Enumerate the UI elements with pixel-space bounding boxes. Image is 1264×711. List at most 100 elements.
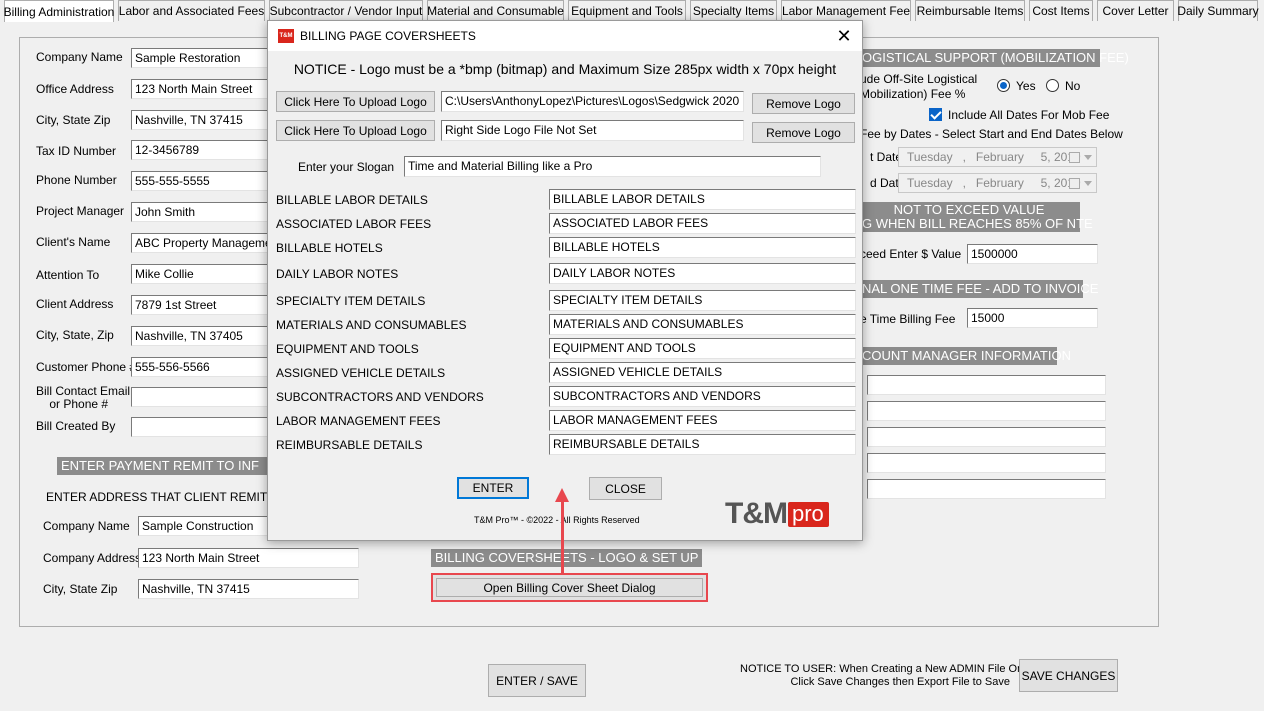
copyright-text: T&M Pro™ - ©2022 - All Rights Reserved — [474, 515, 640, 525]
account-manager-field-4[interactable] — [867, 453, 1106, 473]
remit-city-state-zip-label: City, State Zip — [43, 582, 118, 596]
nte-label: ceed Enter $ Value — [860, 247, 962, 261]
section-field-vehicles[interactable]: ASSIGNED VEHICLE DETAILS — [549, 362, 856, 383]
remit-subheader: ENTER ADDRESS THAT CLIENT REMITS PA — [46, 490, 294, 504]
tab-material-consumable[interactable]: Material and Consumable — [427, 0, 564, 21]
section-label-labor-mgmt-fees: LABOR MANAGEMENT FEES — [276, 414, 441, 428]
section-field-reimbursable[interactable]: REIMBURSABLE DETAILS — [549, 434, 856, 455]
nte-header-line1: NOT TO EXCEED VALUE — [893, 202, 1045, 217]
tab-specialty-items[interactable]: Specialty Items — [690, 0, 777, 21]
calendar-icon — [1069, 178, 1080, 189]
office-address-field[interactable]: 123 North Main Street — [131, 79, 271, 99]
brand-logo: T&M pro — [725, 499, 829, 529]
dialog-enter-button[interactable]: ENTER — [457, 477, 529, 499]
section-label-equipment: EQUIPMENT AND TOOLS — [276, 342, 419, 356]
account-manager-field-1[interactable] — [867, 375, 1106, 395]
tab-cover-letter[interactable]: Cover Letter — [1097, 0, 1174, 21]
account-manager-field-3[interactable] — [867, 427, 1106, 447]
client-address-field[interactable]: 7879 1st Street — [131, 295, 271, 315]
section-field-billable-hotels[interactable]: BILLABLE HOTELS — [549, 237, 856, 258]
mob-all-dates-checkbox[interactable] — [929, 108, 942, 121]
tab-reimbursable-items[interactable]: Reimbursable Items — [915, 0, 1025, 21]
upload-right-logo-button[interactable]: Click Here To Upload Logo — [276, 120, 435, 141]
app-logo-icon: T&M — [278, 29, 294, 43]
slogan-field[interactable]: Time and Material Billing like a Pro — [404, 156, 821, 177]
client-address-label: Client Address — [36, 297, 114, 311]
one-time-fee-header: NAL ONE TIME FEE - ADD TO INVOICE — [858, 280, 1098, 298]
tab-daily-summary[interactable]: Daily Summary — [1177, 0, 1259, 21]
chevron-down-icon — [1084, 181, 1092, 186]
section-field-daily-labor-notes[interactable]: DAILY LABOR NOTES — [549, 263, 856, 284]
mob-by-dates-label: Fee by Dates - Select Start and End Date… — [860, 127, 1123, 141]
phone-number-label: Phone Number — [36, 173, 117, 187]
dialog-close-button[interactable]: CLOSE — [589, 477, 662, 500]
open-cover-sheet-button-label: Open Billing Cover Sheet Dialog — [436, 578, 703, 597]
chevron-down-icon — [1084, 155, 1092, 160]
open-cover-sheet-button[interactable]: Open Billing Cover Sheet Dialog — [431, 573, 708, 602]
brand-logo-pro: pro — [787, 501, 829, 527]
bill-contact-field[interactable] — [131, 387, 271, 407]
section-field-subcontractors[interactable]: SUBCONTRACTORS AND VENDORS — [549, 386, 856, 407]
client-city-state-zip-field[interactable]: Nashville, TN 37405 — [131, 326, 271, 346]
upload-left-logo-button[interactable]: Click Here To Upload Logo — [276, 91, 435, 112]
mob-start-date-value: Tuesday , February 5, 2019 — [907, 150, 1081, 164]
remove-left-logo-button[interactable]: Remove Logo — [752, 93, 855, 114]
customer-phone-field[interactable]: 555-556-5566 — [131, 357, 271, 377]
tab-cost-items[interactable]: Cost Items — [1029, 0, 1093, 21]
save-changes-button[interactable]: SAVE CHANGES — [1019, 659, 1118, 692]
mob-yes-radio[interactable] — [997, 79, 1010, 92]
phone-number-field[interactable]: 555-555-5555 — [131, 171, 271, 191]
section-field-equipment[interactable]: EQUIPMENT AND TOOLS — [549, 338, 856, 359]
tax-id-label: Tax ID Number — [36, 144, 117, 158]
clients-name-field[interactable]: ABC Property Management — [131, 233, 271, 253]
mob-end-date-picker[interactable]: Tuesday , February 5, 2019 — [898, 173, 1097, 193]
project-manager-field[interactable]: John Smith — [131, 202, 271, 222]
section-field-associated-labor[interactable]: ASSOCIATED LABOR FEES — [549, 213, 856, 234]
remove-right-logo-button[interactable]: Remove Logo — [752, 122, 855, 143]
remit-company-address-label: Company Address — [43, 551, 142, 565]
section-field-specialty-items[interactable]: SPECIALTY ITEM DETAILS — [549, 290, 856, 311]
account-manager-field-2[interactable] — [867, 401, 1106, 421]
mob-all-dates-label: Include All Dates For Mob Fee — [948, 108, 1110, 122]
mob-no-radio[interactable] — [1046, 79, 1059, 92]
tab-equipment-tools[interactable]: Equipment and Tools — [568, 0, 686, 21]
remit-company-address-field[interactable]: 123 North Main Street — [138, 548, 359, 568]
bill-created-by-field[interactable] — [131, 417, 271, 437]
section-label-specialty-items: SPECIALTY ITEM DETAILS — [276, 294, 426, 308]
one-time-fee-field[interactable]: 15000 — [967, 308, 1098, 328]
attention-to-field[interactable]: Mike Collie — [131, 264, 271, 284]
close-icon[interactable]: ✕ — [834, 26, 854, 46]
mob-yes-label: Yes — [1016, 79, 1036, 93]
remit-city-state-zip-field[interactable]: Nashville, TN 37415 — [138, 579, 359, 599]
company-name-field[interactable]: Sample Restoration — [131, 48, 271, 68]
account-manager-field-5[interactable] — [867, 479, 1106, 499]
tab-labor-associated-fees[interactable]: Labor and Associated Fees — [118, 0, 265, 21]
account-manager-header: COUNT MANAGER INFORMATION — [858, 347, 1071, 365]
attention-to-label: Attention To — [36, 268, 100, 282]
client-city-state-zip-label: City, State, Zip — [36, 328, 114, 342]
left-logo-path-field[interactable]: C:\Users\AnthonyLopez\Pictures\Logos\Sed… — [441, 91, 744, 112]
nte-value-field[interactable]: 1500000 — [967, 244, 1098, 264]
tab-billing-administration[interactable]: Billing Administration — [4, 0, 114, 22]
section-field-billable-labor[interactable]: BILLABLE LABOR DETAILS — [549, 189, 856, 210]
section-field-labor-mgmt-fees[interactable]: LABOR MANAGEMENT FEES — [549, 410, 856, 431]
customer-phone-label: Customer Phone # — [36, 360, 137, 374]
tab-subcontractor-vendor[interactable]: Subcontractor / Vendor Input — [269, 0, 423, 21]
city-state-zip-label: City, State Zip — [36, 113, 111, 127]
company-name-label: Company Name — [36, 50, 123, 64]
city-state-zip-field[interactable]: Nashville, TN 37415 — [131, 110, 271, 130]
right-logo-path-field[interactable]: Right Side Logo File Not Set — [441, 120, 744, 141]
tab-bar: Billing Administration Labor and Associa… — [0, 0, 1264, 22]
section-field-materials[interactable]: MATERIALS AND CONSUMABLES — [549, 314, 856, 335]
calendar-icon — [1069, 152, 1080, 163]
section-label-reimbursable: REIMBURSABLE DETAILS — [276, 438, 423, 452]
dialog-titlebar: T&M BILLING PAGE COVERSHEETS ✕ — [268, 21, 862, 51]
section-label-subcontractors: SUBCONTRACTORS AND VENDORS — [276, 390, 484, 404]
mob-header: OGISTICAL SUPPORT (MOBILIZATION FEE) — [858, 49, 1129, 67]
enter-save-button[interactable]: ENTER / SAVE — [488, 664, 586, 697]
section-label-associated-labor: ASSOCIATED LABOR FEES — [276, 217, 432, 231]
tab-labor-management-fee[interactable]: Labor Management Fee — [781, 0, 911, 21]
mob-start-date-picker[interactable]: Tuesday , February 5, 2019 — [898, 147, 1097, 167]
bill-created-by-label: Bill Created By — [36, 419, 116, 433]
tax-id-field[interactable]: 12-3456789 — [131, 140, 271, 160]
